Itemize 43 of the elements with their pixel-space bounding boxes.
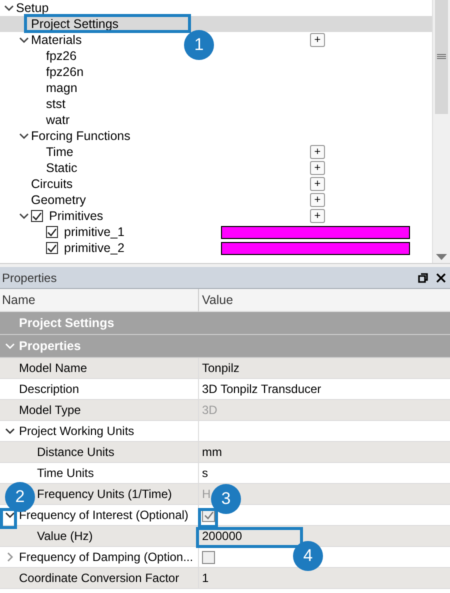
tree-item-label[interactable]: Forcing Functions bbox=[31, 126, 130, 146]
property-value[interactable]: 200000 bbox=[202, 527, 242, 545]
tree-item-label[interactable]: fpz26 bbox=[46, 46, 77, 66]
tree-item-label[interactable]: Geometry bbox=[31, 190, 86, 210]
property-name: Frequency of Damping (Option... bbox=[19, 549, 194, 566]
tree-item-label[interactable]: primitive_2 bbox=[64, 238, 124, 258]
property-name: Frequency Units (1/Time) bbox=[37, 486, 172, 503]
tree-item-label[interactable]: Primitives bbox=[49, 206, 104, 226]
tree-item-label[interactable]: Static bbox=[46, 158, 78, 178]
property-name: Time Units bbox=[37, 465, 94, 482]
tree-item-label[interactable]: Circuits bbox=[31, 174, 73, 194]
add-button[interactable]: + bbox=[310, 33, 325, 47]
property-name: Model Name bbox=[19, 360, 88, 377]
property-value[interactable]: Tonpilz bbox=[202, 359, 240, 377]
tree-item-label[interactable]: stst bbox=[46, 94, 66, 114]
panel-title: Properties bbox=[2, 270, 57, 286]
column-header: Value bbox=[198, 289, 450, 312]
property-name: Model Type bbox=[19, 402, 81, 419]
add-button[interactable]: + bbox=[310, 161, 325, 175]
add-button[interactable]: + bbox=[310, 177, 325, 191]
tree-item-label[interactable]: Materials bbox=[31, 30, 82, 50]
property-name: Distance Units bbox=[37, 444, 114, 461]
property-value[interactable]: s bbox=[202, 464, 208, 482]
property-name: Project Working Units bbox=[19, 423, 134, 440]
property-value[interactable]: mm bbox=[202, 443, 222, 461]
tree-item-label[interactable]: magn bbox=[46, 78, 78, 98]
add-button[interactable]: + bbox=[310, 145, 325, 159]
property-value[interactable]: 3D Tonpilz Transducer bbox=[202, 380, 322, 398]
tree-item-label[interactable]: Setup bbox=[16, 0, 49, 18]
tree-item-label[interactable]: primitive_1 bbox=[64, 222, 124, 242]
category-title: Project Settings bbox=[19, 314, 114, 332]
callout-number: 1 bbox=[184, 30, 214, 60]
category-title: Properties bbox=[19, 338, 81, 355]
property-name: Description bbox=[19, 381, 80, 398]
property-value[interactable]: 1 bbox=[202, 569, 209, 587]
tree-item-label[interactable]: watr bbox=[46, 110, 70, 130]
property-name: Value (Hz) bbox=[37, 528, 93, 545]
add-button[interactable]: + bbox=[310, 209, 325, 223]
column-header: Name bbox=[0, 289, 198, 312]
tree-item-label[interactable]: fpz26n bbox=[46, 62, 84, 82]
add-button[interactable]: + bbox=[310, 193, 325, 207]
tree-item-label[interactable]: Time bbox=[46, 142, 74, 162]
property-name: Coordinate Conversion Factor bbox=[19, 570, 180, 587]
